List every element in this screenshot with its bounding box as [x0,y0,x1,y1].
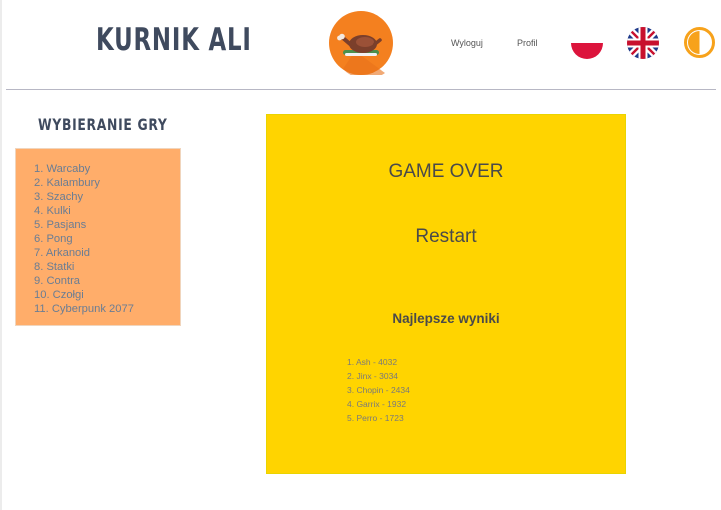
game-item-czolgi[interactable]: 10. Czołgi [34,288,180,302]
high-scores-title: Najlepsze wyniki [392,311,500,326]
score-item: 4. Garrix - 1932 [347,399,407,409]
site-title: Kurnik Ali [96,22,252,58]
game-selection-title: Wybieranie gry [38,115,168,134]
game-list: 1. Warcaby 2. Kalambury 3. Szachy 4. Kul… [16,149,180,316]
game-item-pasjans[interactable]: 5. Pasjans [34,218,180,232]
game-item-szachy[interactable]: 3. Szachy [34,190,180,204]
game-item-cyberpunk-2077[interactable]: 11. Cyberpunk 2077 [34,302,180,316]
score-item: 2. Jinx - 3034 [347,371,399,381]
restart-button[interactable]: Restart [267,226,625,248]
logout-link[interactable]: Wyloguj [451,38,483,48]
poland-flag-icon[interactable] [570,26,604,60]
page-edge [0,0,2,510]
game-item-warcaby[interactable]: 1. Warcaby [34,162,180,176]
high-scores-list: 1. Ash - 4032 2. Jinx - 3034 3. Chopin -… [347,355,410,425]
game-item-statki[interactable]: 8. Statki [34,260,180,274]
game-item-pong[interactable]: 6. Pong [34,232,180,246]
game-item-kulki[interactable]: 4. Kulki [34,204,180,218]
profile-link[interactable]: Profil [517,38,538,48]
game-item-contra[interactable]: 9. Contra [34,274,180,288]
game-over-text: GAME OVER [388,161,504,182]
roast-chicken-logo-icon[interactable] [329,11,393,80]
score-item: 3. Chopin - 2434 [347,385,410,395]
score-item: 5. Perro - 1723 [347,413,404,423]
contrast-toggle-icon[interactable] [683,26,716,59]
uk-flag-icon[interactable] [626,26,660,60]
header-divider [6,89,716,90]
game-item-kalambury[interactable]: 2. Kalambury [34,176,180,190]
score-item: 1. Ash - 4032 [347,357,398,367]
game-list-panel: 1. Warcaby 2. Kalambury 3. Szachy 4. Kul… [15,148,181,326]
game-item-arkanoid[interactable]: 7. Arkanoid [34,246,180,260]
game-panel: GAME OVER Restart Najlepsze wyniki 1. As… [266,114,626,474]
